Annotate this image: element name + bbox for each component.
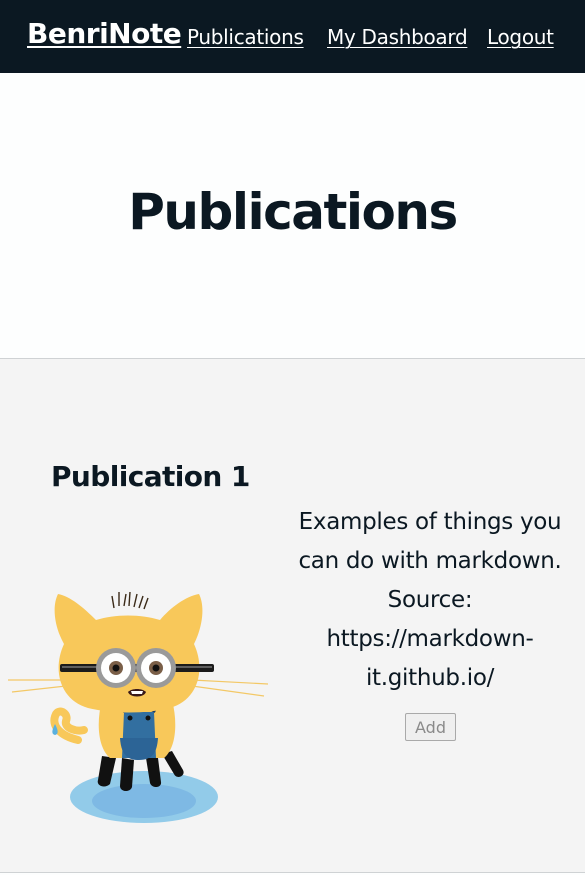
nav-link-my-dashboard[interactable]: My Dashboard: [327, 25, 468, 49]
nav-link-publications[interactable]: Publications: [187, 25, 304, 49]
publication-card: Publication 1 Examples of things you can…: [0, 359, 585, 873]
publication-description: Examples of things you can do with markd…: [298, 509, 562, 691]
nav-link-logout[interactable]: Logout: [487, 25, 554, 49]
page-title: Publications: [128, 183, 458, 241]
add-button[interactable]: Add: [405, 713, 456, 741]
brand-link[interactable]: BenriNote: [27, 17, 182, 50]
octocat-minion-image: [8, 591, 269, 823]
hero-section: Publications: [0, 73, 585, 359]
publication-title: Publication 1: [51, 460, 250, 493]
top-navbar: BenriNote Publications My Dashboard Logo…: [0, 0, 585, 73]
